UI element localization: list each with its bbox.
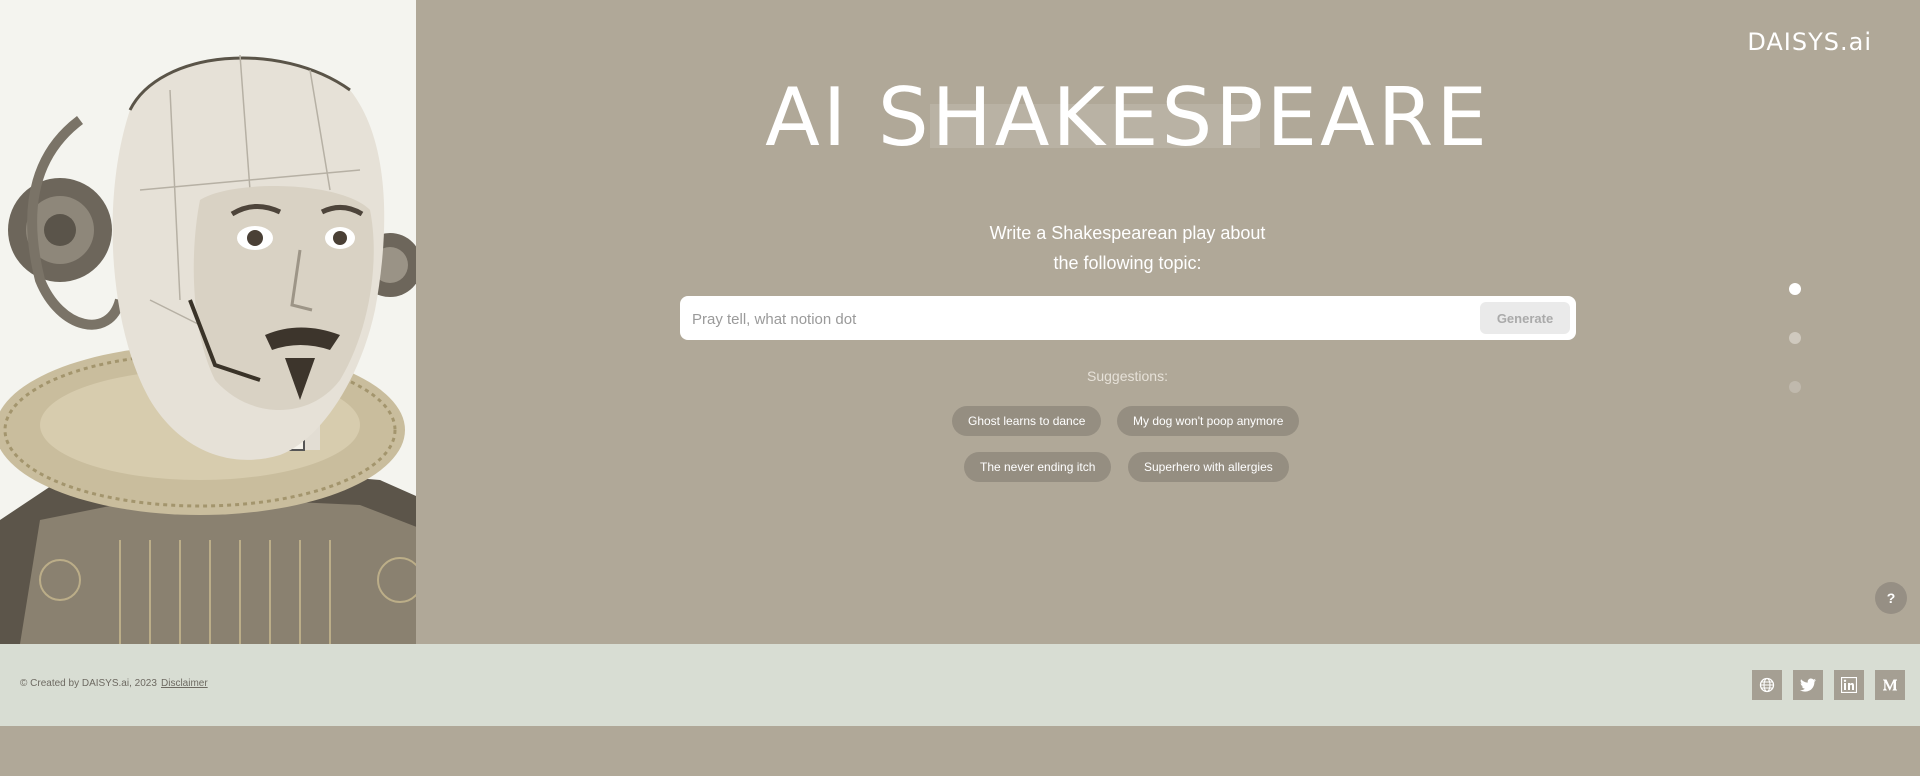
linkedin-glyph xyxy=(1841,677,1857,693)
generate-button[interactable]: Generate xyxy=(1480,302,1570,334)
twitter-icon[interactable] xyxy=(1793,670,1823,700)
suggestion-chip-ghost[interactable]: Ghost learns to dance xyxy=(952,406,1102,436)
copyright-text: © Created by DAISYS.ai, 2023 xyxy=(20,678,157,689)
prompt-container: Write a Shakespearean play about the fol… xyxy=(0,0,1920,300)
prompt-text: Write a Shakespearean play about the fol… xyxy=(0,218,1920,278)
suggestions-label: Suggestions: xyxy=(1087,368,1168,384)
footer: © Created by DAISYS.ai, 2023 Disclaimer xyxy=(0,644,1920,726)
pager-dot-1[interactable] xyxy=(1789,283,1801,295)
hero-section: DAISYS.ai AI SHAKESPEARE Write a Shakesp… xyxy=(0,0,1920,644)
suggestion-chip-dog[interactable]: My dog won't poop anymore xyxy=(1117,406,1300,436)
suggestion-chip-itch[interactable]: The never ending itch xyxy=(964,452,1112,482)
prompt-line-1: Write a Shakespearean play about xyxy=(989,223,1266,243)
help-button[interactable]: ? xyxy=(1875,582,1907,614)
globe-icon[interactable] xyxy=(1752,670,1782,700)
topic-input[interactable] xyxy=(690,296,1494,342)
suggestion-chip-superhero[interactable]: Superhero with allergies xyxy=(1128,452,1289,482)
pager-dot-2[interactable] xyxy=(1789,332,1801,344)
linkedin-icon[interactable] xyxy=(1834,670,1864,700)
medium-icon[interactable] xyxy=(1875,670,1905,700)
twitter-glyph xyxy=(1800,678,1816,692)
prompt-line-2: the following topic: xyxy=(1053,253,1202,273)
disclaimer-link[interactable]: Disclaimer xyxy=(161,678,208,689)
pager-dot-3[interactable] xyxy=(1789,381,1801,393)
globe-glyph xyxy=(1759,677,1775,693)
topic-input-box: Generate xyxy=(680,296,1576,342)
medium-glyph xyxy=(1883,679,1897,691)
bottom-strip xyxy=(0,726,1920,776)
